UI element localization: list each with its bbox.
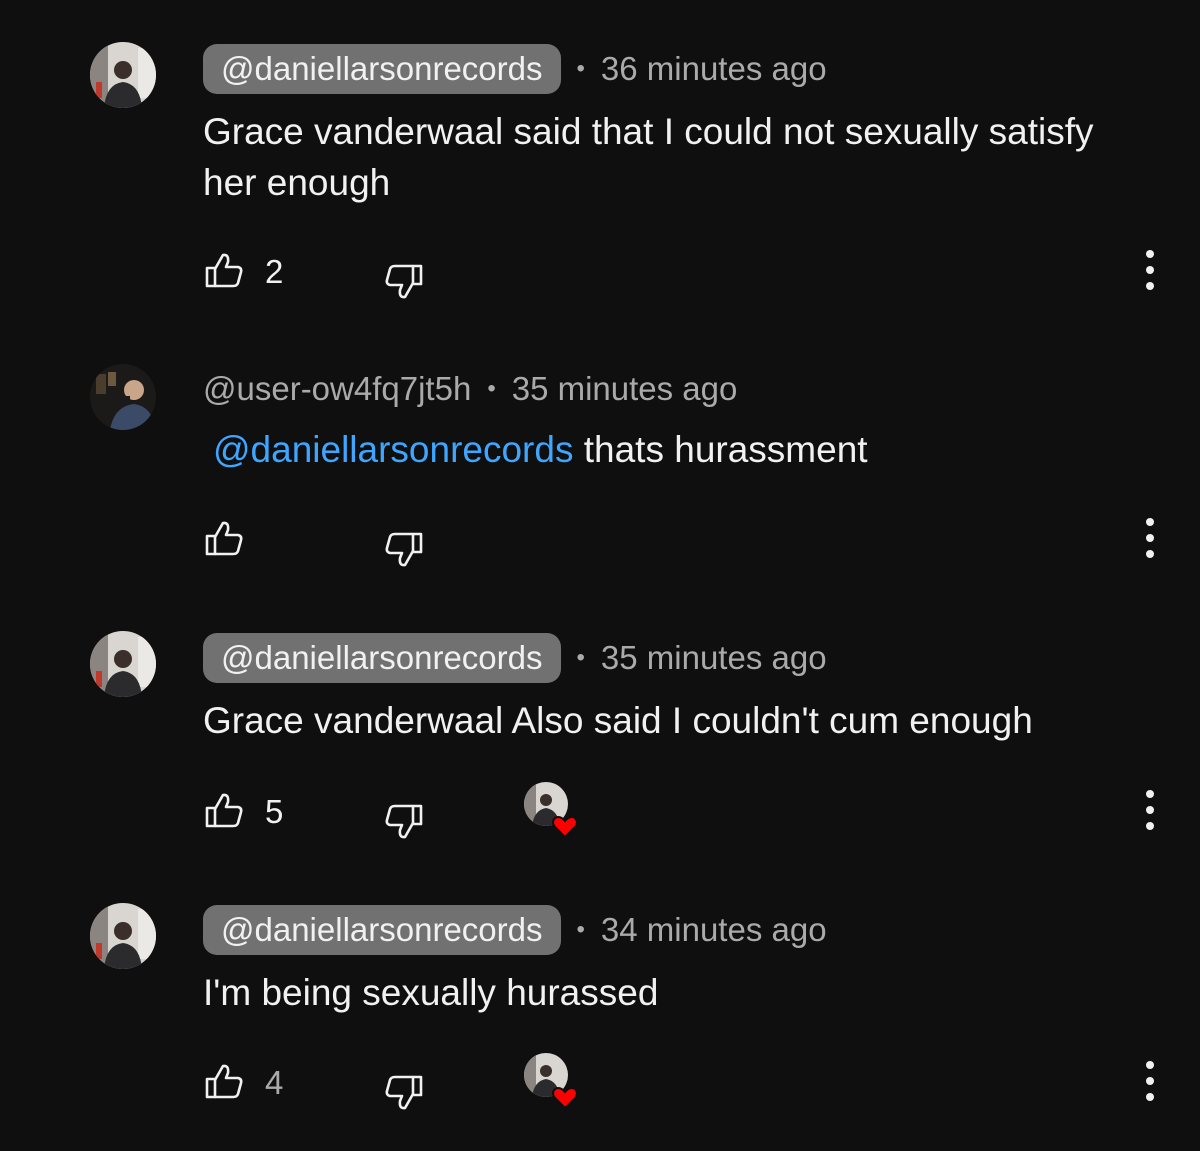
more-vert-icon[interactable] — [1138, 786, 1162, 834]
more-vert-icon[interactable] — [1138, 1057, 1162, 1105]
separator-dot: • — [487, 375, 496, 402]
comment-actions — [0, 518, 1200, 568]
like-count: 5 — [265, 793, 284, 830]
thumbs-down-icon[interactable] — [384, 526, 424, 570]
comment-text: Grace vanderwaal Also said I couldn't cu… — [203, 700, 1033, 741]
thumbs-up-icon[interactable] — [204, 790, 244, 834]
comment-text: @daniellarsonrecords thats hurassment — [203, 424, 1133, 475]
comment-header: @user-ow4fq7jt5h • 35 minutes ago — [203, 364, 737, 414]
comment-actions: 5 — [0, 782, 1200, 842]
timestamp[interactable]: 36 minutes ago — [601, 50, 827, 88]
creator-heart-icon[interactable] — [522, 1051, 582, 1111]
like-count: 2 — [265, 253, 284, 290]
timestamp[interactable]: 35 minutes ago — [512, 370, 738, 408]
author-name[interactable]: @daniellarsonrecords — [203, 633, 561, 683]
avatar[interactable] — [90, 364, 156, 430]
comment-text: I'm being sexually hurassed — [203, 972, 659, 1013]
comment-text: Grace vanderwaal said that I could not s… — [203, 111, 1104, 203]
separator-dot: • — [576, 55, 585, 82]
mention-link[interactable]: @daniellarsonrecords — [213, 429, 573, 470]
author-name[interactable]: @daniellarsonrecords — [203, 905, 561, 955]
thumbs-up-icon[interactable] — [204, 1061, 244, 1105]
timestamp[interactable]: 35 minutes ago — [601, 639, 827, 677]
comment-text-body: thats hurassment — [573, 429, 868, 470]
comment-header: @daniellarsonrecords • 34 minutes ago — [203, 905, 827, 955]
author-name[interactable]: @user-ow4fq7jt5h — [203, 364, 471, 414]
comment-actions: 2 — [0, 250, 1200, 300]
avatar[interactable] — [90, 903, 156, 969]
thumbs-down-icon[interactable] — [384, 798, 424, 842]
avatar[interactable] — [90, 631, 156, 697]
thumbs-up-icon[interactable] — [204, 250, 244, 294]
thumbs-up-icon[interactable] — [204, 518, 244, 562]
thumbs-down-icon[interactable] — [384, 258, 424, 302]
separator-dot: • — [576, 916, 585, 943]
more-vert-icon[interactable] — [1138, 246, 1162, 294]
separator-dot: • — [576, 644, 585, 671]
more-vert-icon[interactable] — [1138, 514, 1162, 562]
comment-header: @daniellarsonrecords • 35 minutes ago — [203, 633, 827, 683]
timestamp[interactable]: 34 minutes ago — [601, 911, 827, 949]
thumbs-down-icon[interactable] — [384, 1069, 424, 1113]
avatar[interactable] — [90, 42, 156, 108]
creator-heart-icon[interactable] — [522, 780, 582, 840]
comment-header: @daniellarsonrecords • 36 minutes ago — [203, 44, 827, 94]
like-count: 4 — [265, 1064, 284, 1101]
author-name[interactable]: @daniellarsonrecords — [203, 44, 561, 94]
comment-actions: 4 — [0, 1053, 1200, 1113]
